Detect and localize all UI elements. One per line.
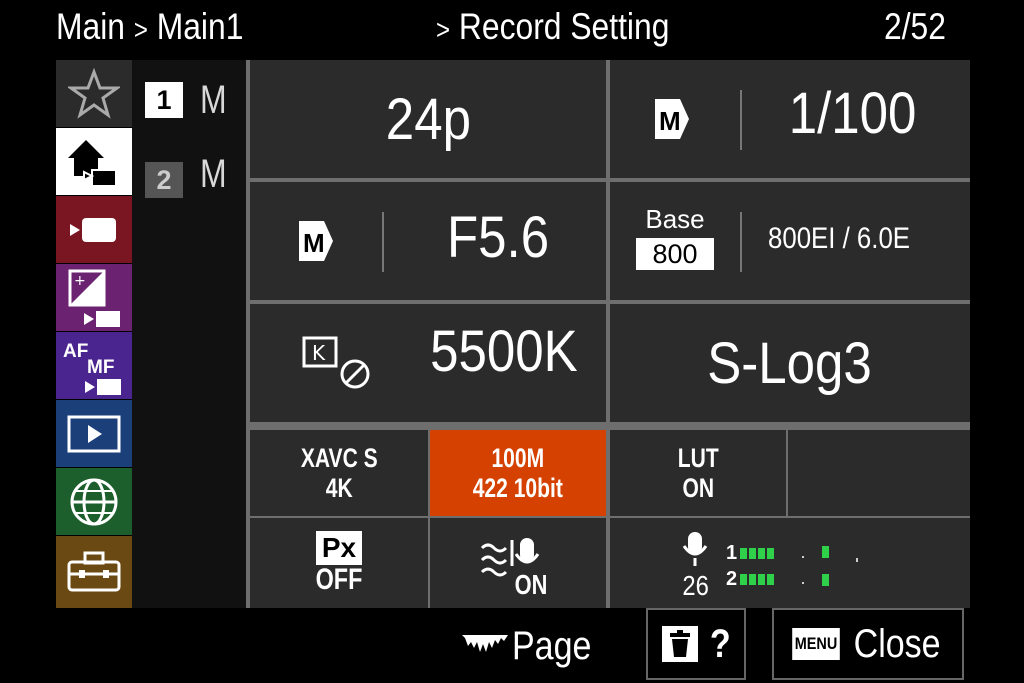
- exposure-icon: +: [68, 269, 120, 327]
- wind-noise-cell[interactable]: ON: [430, 518, 606, 608]
- shutter-cell[interactable]: M 1/100: [610, 60, 970, 178]
- help-label: ?: [709, 621, 731, 666]
- base-iso-group: Base 800: [636, 204, 714, 270]
- empty-cell: [788, 430, 970, 516]
- bitrate-line2: 422 10bit: [472, 473, 564, 503]
- exposure-index-value: 800EI / 6.0E: [768, 222, 911, 255]
- breadcrumb-sub: Main1: [156, 6, 244, 47]
- af-mf-icon: AF MF: [63, 341, 121, 395]
- white-balance-cell[interactable]: K 5500K: [250, 304, 606, 422]
- submenu-label-2: M: [200, 152, 227, 196]
- section-title: Record Setting: [458, 6, 670, 47]
- page-title: > Record Setting: [436, 2, 669, 55]
- base-iso-value: 800: [636, 238, 714, 270]
- divider: [740, 212, 742, 272]
- playback-icon: [67, 415, 121, 452]
- white-balance-kelvin-icon: K: [302, 336, 370, 389]
- svg-text:+: +: [74, 273, 86, 289]
- trash-icon: [661, 626, 698, 662]
- close-label: Close: [853, 621, 941, 666]
- audio-level-cell[interactable]: 26 1 2: [610, 518, 970, 608]
- audio-level-meter: [740, 546, 858, 586]
- gamma-value: S-Log3: [707, 330, 873, 396]
- breadcrumb-separator: >: [133, 14, 148, 45]
- close-button[interactable]: MENU Close: [772, 608, 964, 680]
- sidebar-item-main[interactable]: [56, 128, 132, 195]
- star-icon: [68, 67, 120, 119]
- bitrate-value: 100M 422 10bit: [473, 443, 563, 503]
- breadcrumb-main: Main: [56, 6, 125, 47]
- bitrate-cell[interactable]: 100M 422 10bit: [430, 430, 606, 516]
- base-label: Base: [645, 204, 705, 234]
- menu-key-icon: MENU: [792, 628, 840, 660]
- submenu-item-2[interactable]: 2 M: [132, 152, 246, 202]
- divider: [740, 90, 742, 150]
- lut-line1: LUT: [677, 443, 719, 473]
- svg-text:K: K: [312, 341, 326, 365]
- wind-noise-value: ON: [514, 569, 548, 600]
- title-separator: >: [436, 14, 451, 45]
- page-label: Page: [512, 623, 592, 668]
- aperture-cell[interactable]: M F5.6: [250, 182, 606, 300]
- manual-mode-icon: M: [655, 99, 689, 139]
- lut-cell[interactable]: LUT ON: [610, 430, 786, 516]
- sidebar-item-favorites[interactable]: [56, 60, 132, 127]
- proxy-group: Px OFF: [309, 531, 369, 595]
- shutter-value: 1/100: [788, 81, 917, 146]
- divider: [382, 212, 384, 272]
- bitrate-line1: 100M: [491, 443, 545, 473]
- page-dial-icon: [462, 635, 508, 652]
- record-settings-panel: 24p M 1/100 M F5.6 Base 800 800EI / 6.0E…: [246, 60, 970, 608]
- sidebar-item-shooting[interactable]: [56, 196, 132, 263]
- audio-channel-1-label: 1: [726, 542, 738, 564]
- file-format-line1: XAVC S: [300, 443, 378, 473]
- sidebar-item-exposure[interactable]: +: [56, 264, 132, 331]
- iso-cell[interactable]: Base 800 800EI / 6.0E: [610, 182, 970, 300]
- file-format-cell[interactable]: XAVC S 4K: [250, 430, 428, 516]
- frame-rate-cell[interactable]: 24p: [250, 60, 606, 178]
- page-indicator: 2/52: [884, 6, 946, 47]
- proxy-icon: Px: [315, 531, 363, 565]
- home-camera-icon: [68, 139, 117, 187]
- sidebar-item-playback[interactable]: [56, 400, 132, 467]
- af-label: AF: [63, 341, 88, 362]
- aperture-value: F5.6: [446, 205, 550, 270]
- mf-label: MF: [87, 357, 114, 378]
- svg-text:M: M: [659, 106, 681, 136]
- gamma-cell[interactable]: S-Log3: [610, 304, 970, 422]
- submenu-label-1: M: [200, 78, 227, 122]
- white-balance-value: 5500K: [430, 319, 578, 384]
- file-format-line2: 4K: [325, 473, 353, 503]
- audio-level-value: 26: [682, 570, 709, 601]
- breadcrumb: Main > Main1: [56, 2, 243, 55]
- page-button[interactable]: Page: [462, 618, 605, 674]
- sidebar-item-network[interactable]: [56, 468, 132, 535]
- delete-help-button[interactable]: ?: [646, 608, 746, 680]
- sidebar-item-setup[interactable]: [56, 536, 132, 608]
- frame-rate-value: 24p: [385, 86, 471, 152]
- lut-line2: ON: [682, 473, 714, 503]
- sidebar-item-focus[interactable]: AF MF: [56, 332, 132, 399]
- network-globe-icon: [70, 478, 118, 525]
- proxy-cell[interactable]: Px OFF: [250, 518, 428, 608]
- file-format-value: XAVC S 4K: [301, 443, 378, 503]
- submenu-column: 1 M 2 M: [132, 60, 246, 608]
- proxy-value: OFF: [315, 563, 363, 596]
- lut-value: LUT ON: [678, 443, 719, 503]
- submenu-number-2: 2: [145, 162, 183, 198]
- microphone-icon: [682, 532, 708, 566]
- submenu-number-1: 1: [145, 82, 183, 118]
- toolbox-icon: [67, 551, 121, 592]
- submenu-item-1[interactable]: 1 M: [132, 78, 246, 126]
- svg-text:M: M: [303, 228, 325, 258]
- manual-mode-icon: M: [299, 221, 333, 261]
- audio-channel-2-label: 2: [726, 568, 738, 590]
- movie-camera-icon: [70, 217, 116, 242]
